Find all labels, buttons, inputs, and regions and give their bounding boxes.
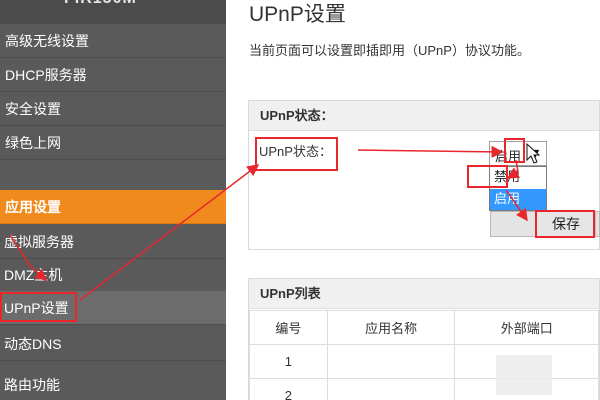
table-cell xyxy=(326,344,456,379)
sidebar-item-advanced-wireless[interactable]: 高级无线设置 xyxy=(0,24,226,58)
sidebar-item-virtual-server[interactable]: 虚拟服务器 xyxy=(0,225,226,259)
sidebar-item-routing[interactable]: 路由功能 xyxy=(0,368,226,400)
page-title: UPnP设置 xyxy=(249,3,346,26)
sidebar-item-dmz[interactable]: DMZ主机 xyxy=(0,258,226,292)
annotation-box-status-label xyxy=(255,137,338,171)
column-header-external-port: 外部端口 xyxy=(454,310,599,345)
page-description: 当前页面可以设置即插即用（UPnP）协议功能。 xyxy=(249,43,530,58)
sidebar-item-security[interactable]: 安全设置 xyxy=(0,92,226,126)
option-enable[interactable]: 启用 xyxy=(490,189,546,210)
column-header-number: 编号 xyxy=(249,310,328,345)
brand-name: FIR150M xyxy=(64,0,137,8)
table-cell xyxy=(326,378,456,400)
list-panel-heading: UPnP列表 xyxy=(249,279,599,309)
sidebar-item-dhcp[interactable]: DHCP服务器 xyxy=(0,58,226,92)
table-cell: 2 xyxy=(249,378,328,400)
sidebar-item-ddns[interactable]: 动态DNS xyxy=(0,327,226,361)
annotation-box-save-button xyxy=(535,210,595,238)
main-content: UPnP设置 当前页面可以设置即插即用（UPnP）协议功能。 UPnP状态： U… xyxy=(226,0,600,400)
brand-header: FIR150M xyxy=(0,0,226,24)
annotation-box-dropdown-arrow xyxy=(504,138,525,163)
sidebar: FIR150M 高级无线设置 DHCP服务器 安全设置 绿色上网 应用设置 虚拟… xyxy=(0,0,226,400)
status-panel-heading: UPnP状态： xyxy=(249,101,599,131)
table-cell: 1 xyxy=(249,344,328,379)
blurred-region xyxy=(496,355,552,395)
annotation-box-disable-option xyxy=(467,165,508,188)
table-header-row: 编号 应用名称 外部端口 xyxy=(249,310,599,345)
column-header-app-name: 应用名称 xyxy=(326,310,456,345)
sidebar-item-green-internet[interactable]: 绿色上网 xyxy=(0,126,226,160)
annotation-box-upnp-menu xyxy=(0,292,77,322)
chevron-down-icon[interactable]: ▼ xyxy=(525,143,545,164)
sidebar-item-app-settings[interactable]: 应用设置 xyxy=(0,190,226,224)
